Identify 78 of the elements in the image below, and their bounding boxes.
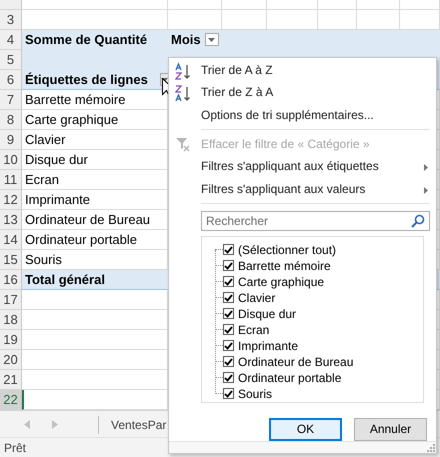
checkbox-label[interactable]: Ecran [238,322,270,337]
checkbox-label[interactable]: Ordinateur portable [238,370,342,385]
checkbox-label[interactable]: (Sélectionner tout) [238,242,336,257]
table-cell: Total général [22,270,168,290]
checkbox[interactable] [223,276,234,288]
checkbox[interactable] [223,388,234,400]
checkbox-label[interactable]: Clavier [238,290,276,305]
checkbox[interactable] [223,324,234,336]
resize-grip-icon[interactable] [427,444,435,452]
table-cell [168,10,222,30]
table-cell: Ecran [22,170,168,190]
menu-item[interactable]: Trier de A à Z [169,59,436,82]
row-number[interactable]: 15 [0,250,22,270]
checkbox-label[interactable]: Barrette mémoire [238,258,331,273]
table-cell: Imprimante [22,190,168,210]
dropdown-arrow-icon [208,38,216,42]
menu-item[interactable]: Filtres s'appliquant aux valeurs [169,178,436,200]
table-cell: Ordinateur portable [22,230,168,250]
row-number[interactable]: 20 [0,350,22,370]
column-field-label: Mois [171,32,201,47]
row-number[interactable]: 4 [0,30,22,50]
search-field[interactable]: Rechercher [201,210,430,231]
row-number[interactable]: 16 [0,270,22,290]
checkbox[interactable] [223,308,234,320]
row-number[interactable]: 8 [0,110,22,130]
row-number[interactable]: 5 [0,50,22,70]
row-number[interactable]: 9 [0,130,22,150]
row-number[interactable]: 22 [0,390,22,410]
row-number[interactable]: 13 [0,210,22,230]
checkbox[interactable] [223,260,234,272]
checkbox-label[interactable]: Souris [238,386,272,401]
menu-item[interactable]: Filtres s'appliquant aux étiquettes [169,155,436,178]
table-cell: Somme de Quantité [22,30,168,50]
table-cell [267,10,318,30]
menu-item[interactable]: Options de tri supplémentaires... [169,104,436,126]
row-number[interactable]: 11 [0,170,22,190]
checkbox-label[interactable]: Carte graphique [238,274,324,289]
sort-descending-icon [175,84,193,102]
checkbox-label[interactable]: Disque dur [238,306,296,321]
checkbox[interactable] [223,356,234,368]
table-cell [400,10,440,30]
table-cell: Souris [22,250,168,270]
row-number[interactable]: 10 [0,150,22,170]
row-number[interactable]: 7 [0,90,22,110]
table-cell [222,10,267,30]
menu-item[interactable]: Trier de Z à A [169,81,436,104]
ok-button[interactable]: OK [269,418,342,441]
status-text: Prêt [4,441,26,455]
checkbox-label[interactable]: Ordinateur de Bureau [238,354,354,369]
clear-filter-icon [175,136,191,152]
row-labels-header: Étiquettes de lignes [25,72,148,87]
row-number[interactable]: 19 [0,330,22,350]
cancel-button[interactable]: Annuler [354,418,427,441]
checkbox[interactable] [223,292,234,304]
checkbox-label[interactable]: Imprimante [238,338,298,353]
column-filter-dropdown[interactable] [204,33,219,46]
checkbox[interactable] [223,244,234,256]
table-cell: Disque dur [22,150,168,170]
table-cell: Carte graphique [22,110,168,130]
sheet-tab[interactable]: VentesPar [111,418,166,432]
row-number[interactable]: 18 [0,310,22,330]
row-number[interactable]: 12 [0,190,22,210]
table-cell [318,10,357,30]
row-number[interactable]: 21 [0,370,22,390]
row-number[interactable]: 17 [0,290,22,310]
checkbox[interactable] [223,340,234,352]
table-cell: Ordinateur de Bureau [22,210,168,230]
checkbox[interactable] [223,372,234,384]
row-number[interactable]: 14 [0,230,22,250]
table-cell [357,10,400,30]
sort-ascending-icon [175,62,193,80]
row-number[interactable]: 3 [0,10,22,30]
submenu-arrow-icon [424,164,428,172]
search-icon [411,214,425,228]
row-number[interactable]: 6 [0,70,22,90]
table-cell: Clavier [22,130,168,150]
submenu-arrow-icon [424,186,428,194]
table-cell: Barrette mémoire [22,90,168,110]
